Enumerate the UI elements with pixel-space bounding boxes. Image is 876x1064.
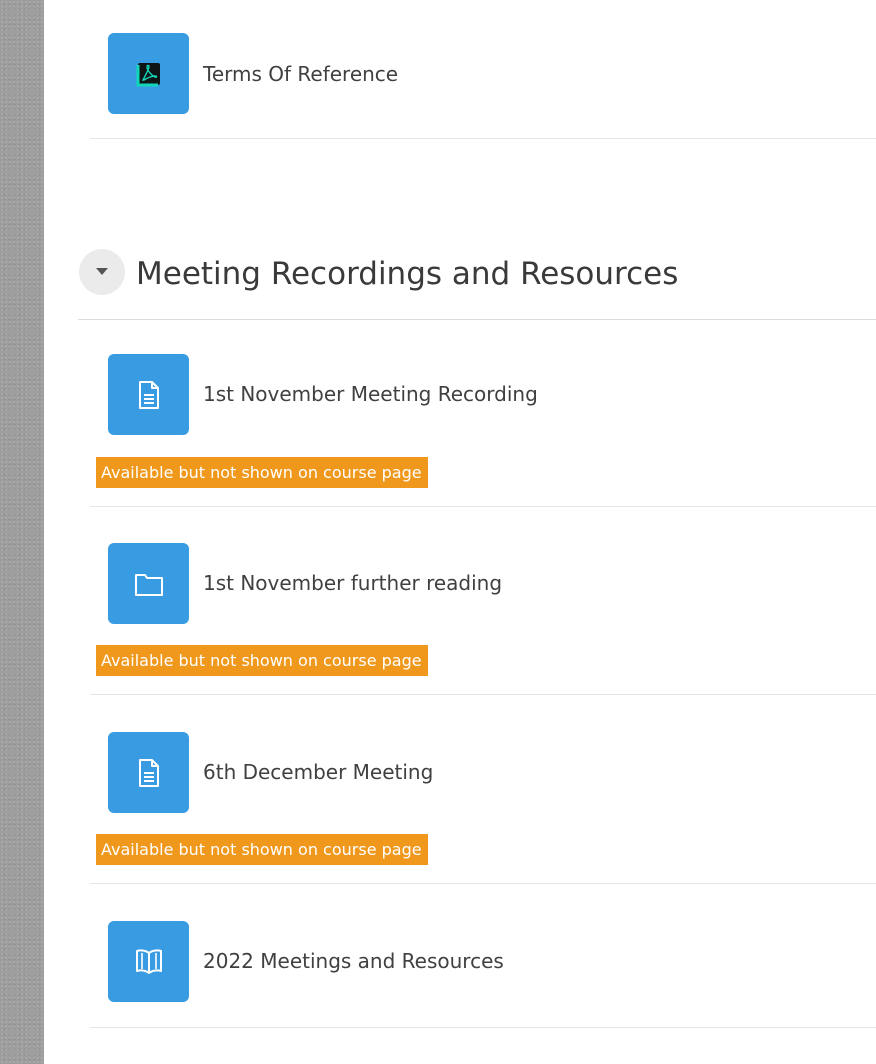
- pdf-icon[interactable]: [108, 33, 189, 114]
- section-title: Meeting Recordings and Resources: [136, 256, 679, 292]
- activity-1st-november-meeting-recording: 1st November Meeting Recording Available…: [90, 320, 876, 507]
- caret-down-icon: [96, 268, 108, 275]
- page-icon[interactable]: [108, 354, 189, 435]
- activity-terms-of-reference: Terms Of Reference: [90, 0, 876, 139]
- activity-link[interactable]: 1st November Meeting Recording: [203, 382, 538, 406]
- page-icon[interactable]: [108, 732, 189, 813]
- availability-badge: Available but not shown on course page: [96, 645, 428, 676]
- activity-link[interactable]: 1st November further reading: [203, 571, 502, 595]
- activity-6th-december-meeting: 6th December Meeting Available but not s…: [90, 695, 876, 884]
- activity-divider: [90, 1027, 876, 1028]
- activity-1st-november-further-reading: 1st November further reading Available b…: [90, 507, 876, 695]
- section-toggle-button[interactable]: [79, 249, 125, 295]
- activity-link-terms-of-reference[interactable]: Terms Of Reference: [203, 62, 398, 86]
- activity-link[interactable]: 2022 Meetings and Resources: [203, 949, 504, 973]
- left-drawer-edge: [0, 0, 44, 1064]
- activity-2022-meetings-and-resources: 2022 Meetings and Resources: [90, 884, 876, 1029]
- activity-divider: [90, 138, 876, 139]
- book-icon[interactable]: [108, 921, 189, 1002]
- activity-link[interactable]: 6th December Meeting: [203, 760, 433, 784]
- availability-badge: Available but not shown on course page: [96, 457, 428, 488]
- availability-badge: Available but not shown on course page: [96, 834, 428, 865]
- folder-icon[interactable]: [108, 543, 189, 624]
